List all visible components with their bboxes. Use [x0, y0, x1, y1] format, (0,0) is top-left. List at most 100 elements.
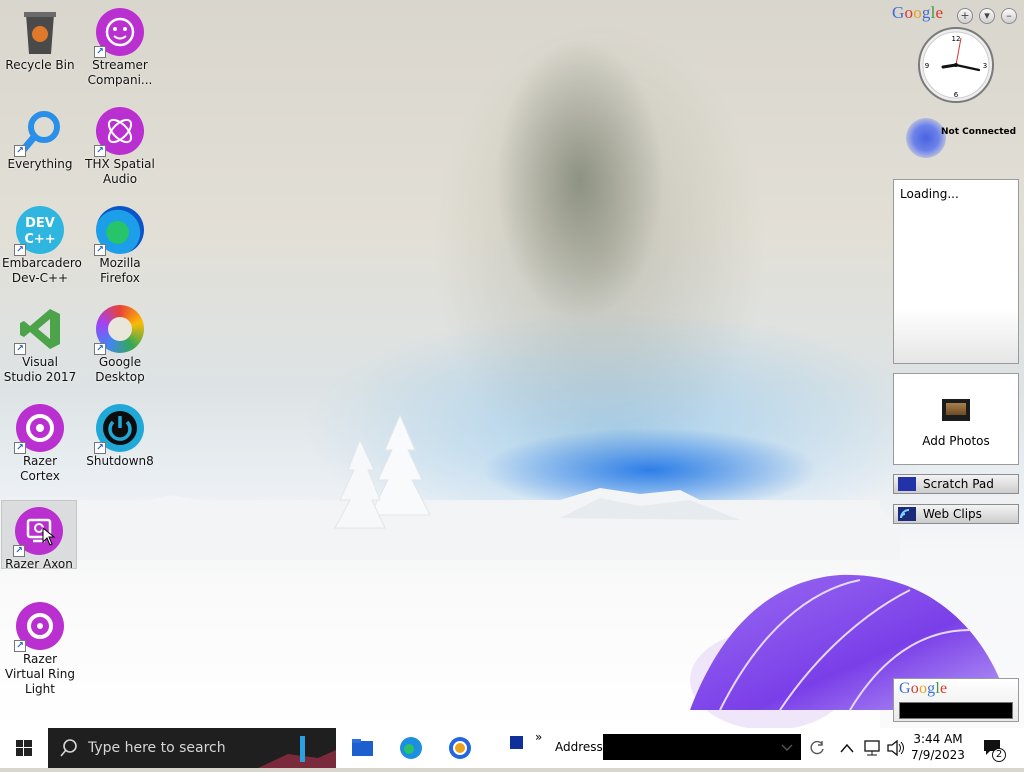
photo-icon [942, 399, 970, 421]
network-icon[interactable] [861, 728, 883, 768]
notification-count-badge: 2 [992, 748, 1006, 762]
desktop-icon-razer-virtual-ring-light[interactable]: ↗ Razer Virtual Ring Light [2, 596, 78, 697]
shortcut-arrow-icon: ↗ [94, 343, 106, 355]
streamer-companion-icon: ↗ [94, 8, 144, 58]
windows-logo-icon [16, 740, 32, 756]
shortcut-arrow-icon: ↗ [94, 145, 106, 157]
clock-time: 3:44 AM [913, 732, 963, 746]
status-text: Not Connected [941, 127, 1017, 137]
icon-label: THX Spatial Audio [85, 157, 155, 186]
volume-icon[interactable] [884, 728, 906, 768]
visual-studio-icon: ↗ [14, 305, 64, 355]
google-sidebar-header: Google + ▾ – [892, 3, 1022, 24]
chevron-down-icon[interactable] [780, 740, 794, 754]
desktop-icon-recycle-bin[interactable]: Recycle Bin [2, 2, 78, 73]
google-desktop-icon: ↗ [94, 305, 144, 355]
mountain-ridge [0, 488, 900, 560]
clock-numeral: 9 [925, 62, 929, 70]
scratch-pad-label: Scratch Pad [923, 477, 994, 491]
search-icon [60, 739, 77, 757]
icon-label: Recycle Bin [5, 58, 75, 72]
address-label: Address [555, 740, 603, 754]
icon-label: Razer Cortex [20, 454, 60, 483]
taskbar-chrome[interactable] [436, 728, 484, 768]
thx-spatial-audio-icon: ↗ [94, 107, 144, 157]
desktop-icon-google-desktop[interactable]: ↗ Google Desktop [82, 299, 158, 385]
shortcut-arrow-icon: ↗ [14, 244, 26, 256]
shortcut-arrow-icon: ↗ [14, 640, 26, 652]
add-gadget-button[interactable]: + [957, 8, 973, 24]
connection-status-gadget[interactable]: Not Connected [906, 118, 1022, 162]
everything-search-icon: ↗ [14, 107, 64, 157]
desktop-icon-visual-studio-2017[interactable]: ↗ Visual Studio 2017 [2, 299, 78, 385]
shortcut-arrow-icon: ↗ [14, 442, 26, 454]
svg-text:DEV: DEV [25, 216, 55, 231]
icon-label: Visual Studio 2017 [3, 355, 77, 384]
shortcut-arrow-icon: ↗ [94, 244, 106, 256]
desktop-icon-razer-cortex[interactable]: ↗ Razer Cortex [2, 398, 78, 484]
web-clips-label: Web Clips [923, 507, 982, 521]
taskbar-clock[interactable]: 3:44 AM 7/9/2023 [908, 731, 968, 763]
desktop-icon-firefox[interactable]: ↗ Mozilla Firefox [82, 200, 158, 286]
clock-date: 7/9/2023 [911, 748, 965, 762]
icon-label: Razer Axon [5, 557, 73, 571]
snowy-trees [334, 413, 430, 529]
news-gadget[interactable]: Loading... [893, 179, 1019, 364]
taskbar-file-explorer[interactable] [338, 728, 386, 768]
desktop-icon-streamer-companion[interactable]: ↗ Streamer Compani... [82, 2, 158, 88]
firefox-icon [400, 737, 422, 759]
icon-label: Mozilla Firefox [99, 256, 141, 285]
chrome-icon [449, 737, 471, 759]
icon-label: Embarcadero Dev-C++ [2, 256, 82, 285]
taskbar-search-box[interactable]: Type here to search [48, 728, 336, 768]
icon-label: Everything [7, 157, 73, 171]
ring-light-icon: ↗ [14, 602, 64, 652]
shortcut-arrow-icon: ↗ [14, 145, 26, 157]
razer-cortex-icon: ↗ [14, 404, 64, 454]
chevron-up-icon[interactable] [838, 728, 856, 768]
toolbar-overflow-chevron[interactable]: » [535, 730, 542, 744]
taskbar: Type here to search » Address 3:44 AM 7/… [0, 728, 1024, 768]
clock-numeral: 12 [952, 35, 961, 43]
web-clips-gadget[interactable]: Web Clips [893, 504, 1019, 524]
taskbar-firefox[interactable] [387, 728, 435, 768]
address-bar-input[interactable] [603, 734, 801, 760]
icon-label: Razer Virtual Ring Light [5, 652, 75, 696]
desktop-icon-shutdown8[interactable]: ↗ Shutdown8 [82, 398, 158, 469]
scratch-pad-gadget[interactable]: Scratch Pad [893, 474, 1019, 494]
search-highlight-art [258, 736, 336, 768]
svg-text:C++: C++ [24, 232, 55, 247]
desktop-icon-razer-axon[interactable]: ↗ Razer Axon [1, 500, 77, 571]
status-orb-icon [906, 118, 946, 158]
add-photos-label: Add Photos [922, 434, 990, 448]
icon-label: Streamer Compani... [87, 58, 153, 87]
clock-numeral: 6 [954, 91, 959, 99]
desktop-icon-dev-cpp[interactable]: DEV C++ ↗ Embarcadero Dev-C++ [2, 200, 82, 286]
icon-label: Shutdown8 [86, 454, 154, 468]
action-center-button[interactable]: 2 [978, 728, 1018, 768]
desktop-icon-thx-spatial-audio[interactable]: ↗ THX Spatial Audio [82, 101, 158, 187]
photos-gadget[interactable]: Add Photos [893, 373, 1019, 465]
analog-clock-gadget[interactable]: 12 3 6 9 [917, 26, 995, 104]
start-button[interactable] [0, 728, 48, 768]
icon-label: Google Desktop [95, 355, 145, 384]
shortcut-arrow-icon: ↗ [94, 46, 106, 58]
rss-feed-icon [898, 507, 916, 521]
taskbar-app-blue[interactable] [492, 728, 540, 768]
desktop-icon-everything[interactable]: ↗ Everything [2, 101, 78, 172]
sidebar-menu-button[interactable]: ▾ [979, 8, 995, 24]
folder-icon [352, 739, 373, 756]
refresh-go-icon[interactable] [808, 738, 828, 758]
mouse-cursor-icon [42, 527, 56, 546]
firefox-icon: ↗ [94, 206, 144, 256]
google-search-input[interactable] [899, 702, 1013, 719]
loading-text: Loading... [900, 187, 959, 201]
recycle-bin-icon [16, 8, 64, 56]
google-search-logo: Google [899, 680, 948, 697]
shortcut-arrow-icon: ↗ [14, 343, 26, 355]
shortcut-arrow-icon: ↗ [94, 442, 106, 454]
scratch-pad-icon [898, 477, 916, 491]
power-icon: ↗ [94, 404, 144, 454]
minimize-sidebar-button[interactable]: – [1001, 8, 1017, 24]
dev-cpp-icon: DEV C++ ↗ [14, 206, 64, 256]
